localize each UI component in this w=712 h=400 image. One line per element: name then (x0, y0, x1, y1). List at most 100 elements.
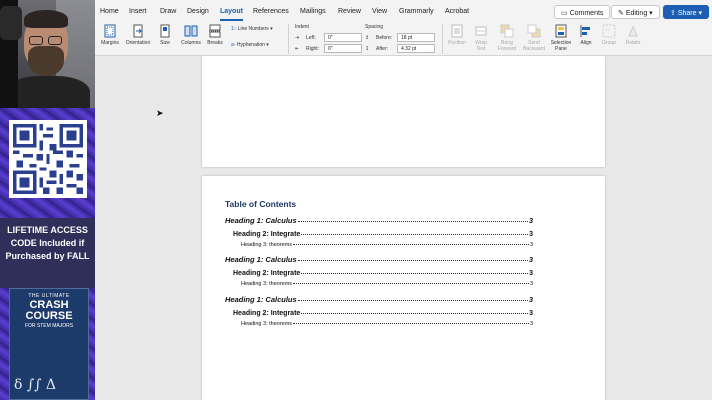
book-line-2: CRASH COURSE (25, 299, 73, 322)
spacing-after-label: After: (376, 46, 388, 52)
toc-entry[interactable]: Heading 3: theorems 3 (202, 281, 605, 287)
promo-line-1: LIFETIME ACCESS (7, 225, 88, 235)
tab-mailings[interactable]: Mailings (300, 8, 326, 15)
editing-label: Editing (625, 10, 648, 17)
tab-grammarly[interactable]: Grammarly (399, 8, 434, 15)
promo-line-3: Purchased by FALL (5, 251, 90, 261)
promo-panel: LIFETIME ACCESS CODE Included if Purchas… (0, 108, 95, 400)
document-page[interactable] (202, 56, 605, 167)
line-numbers-button[interactable]: 1↕ Line Numbers ▾ (231, 26, 273, 32)
share-label: Share (677, 10, 697, 17)
tab-layout[interactable]: Layout (220, 8, 243, 15)
layout-ribbon: Margins Orientation Size Columns Breaks … (95, 22, 712, 56)
toc-entry[interactable]: Heading 2: Integrate 3 (202, 231, 605, 238)
indent-heading: Indent (295, 24, 309, 30)
columns-button[interactable]: Columns (179, 24, 203, 46)
toc-page-number: 3 (529, 231, 533, 238)
indent-right-field[interactable]: 0" (324, 44, 362, 53)
position-label: Position (448, 40, 466, 46)
promo-sidebar: LIFETIME ACCESS CODE Included if Purchas… (0, 0, 95, 400)
pencil-icon: ✎ (618, 10, 626, 17)
microphone-icon (0, 6, 22, 40)
spacing-heading: Spacing (365, 24, 384, 30)
document-page[interactable]: Table of Contents Heading 1: Calculus 3 H… (202, 176, 605, 400)
indent-left-label: Left: (306, 35, 316, 41)
qr-code (9, 120, 87, 198)
tab-acrobat[interactable]: Acrobat (445, 8, 469, 15)
hyphenation-label: Hyphenation (236, 42, 265, 48)
group-label: Group (602, 40, 616, 46)
book-line-3: FOR STEM MAJORS (24, 323, 74, 329)
toc-entry[interactable]: Heading 2: Integrate 3 (202, 270, 605, 277)
comments-label: Comments (569, 10, 604, 17)
share-icon: ⇪ (670, 10, 678, 17)
comments-button[interactable]: ▭ Comments (554, 5, 611, 19)
align-label: Align (580, 40, 592, 46)
ribbon-divider (442, 24, 443, 54)
toc-page-number: 3 (529, 321, 533, 327)
indent-left-field[interactable]: 0" (324, 33, 362, 42)
line-numbers-icon: 1↕ (231, 26, 238, 32)
margins-label: Margins (101, 40, 119, 46)
selection-pane-button[interactable]: Selection Pane (548, 24, 574, 52)
tab-home[interactable]: Home (100, 8, 119, 15)
position-button[interactable]: Position (445, 24, 469, 46)
bring-forward-label: Bring Forward (497, 40, 517, 52)
size-button[interactable]: Size (157, 24, 173, 46)
tab-view[interactable]: View (372, 8, 387, 15)
toc-page-number: 3 (529, 310, 533, 317)
webcam-feed (0, 0, 95, 108)
share-button[interactable]: ⇪ Share ▾ (663, 5, 709, 19)
bring-forward-button[interactable]: Bring Forward (494, 24, 520, 52)
ribbon-tab-bar: Home Insert Draw Design Layout Reference… (95, 0, 712, 22)
align-button[interactable]: Align (576, 24, 596, 46)
toc-entry[interactable]: Heading 2: Integrate 3 (202, 310, 605, 317)
toc-entry[interactable]: Heading 1: Calculus 3 (202, 255, 605, 264)
send-backward-button[interactable]: Send Backward (521, 24, 547, 52)
group-button[interactable]: Group (599, 24, 619, 46)
orientation-label: Orientation (125, 40, 151, 46)
margins-button[interactable]: Margins (99, 24, 121, 46)
toc-page-number: 3 (529, 242, 533, 248)
toc-title: Table of Contents (225, 199, 297, 209)
line-numbers-label: Line Numbers (237, 26, 269, 32)
hyphenation-button[interactable]: a- Hyphenation ▾ (231, 42, 269, 48)
document-canvas[interactable]: ➤ Table of Contents Heading 1: Calculus 3… (95, 56, 712, 400)
toc-entry[interactable]: Heading 3: theorems 3 (202, 321, 605, 327)
spacing-before-field[interactable]: 18 pt (397, 33, 435, 42)
tab-design[interactable]: Design (187, 8, 209, 15)
promo-text: LIFETIME ACCESS CODE Included if Purchas… (0, 218, 95, 288)
tab-review[interactable]: Review (338, 8, 361, 15)
orientation-button[interactable]: Orientation (123, 24, 153, 46)
toc-entry[interactable]: Heading 3: theorems 3 (202, 242, 605, 248)
rotate-button[interactable]: Rotate (623, 24, 643, 46)
toc-page-number: 3 (528, 216, 533, 225)
toc-leader (297, 300, 528, 301)
columns-label: Columns (181, 40, 201, 46)
toc-leader (297, 260, 528, 261)
indent-right-icon: ⇤ (295, 46, 300, 52)
tab-references[interactable]: References (253, 8, 289, 15)
toc-entry-text: Heading 3: theorems (241, 281, 293, 287)
chevron-down-icon: ▾ (268, 26, 273, 32)
selection-pane-icon (555, 24, 567, 38)
spacing-after-field[interactable]: 4.32 pt (397, 44, 435, 53)
toc-page-number: 3 (529, 281, 533, 287)
toc-leader (301, 313, 529, 314)
align-icon (580, 25, 590, 37)
breaks-button[interactable]: Breaks (205, 24, 225, 46)
position-icon (451, 24, 463, 38)
bring-forward-icon (500, 24, 514, 38)
editing-button[interactable]: ✎ Editing ▾ (611, 5, 660, 19)
toc-entry-text: Heading 1: Calculus (225, 255, 297, 264)
active-tab-indicator (220, 19, 243, 21)
tab-insert[interactable]: Insert (129, 8, 147, 15)
toc-entry[interactable]: Heading 1: Calculus 3 (202, 295, 605, 304)
toc-leader (301, 234, 529, 235)
toc-entry[interactable]: Heading 1: Calculus 3 (202, 216, 605, 225)
selection-pane-label: Selection Pane (550, 40, 572, 52)
toc-leader (293, 244, 529, 245)
tab-draw[interactable]: Draw (160, 8, 176, 15)
toc-leader (293, 283, 529, 284)
wrap-text-button[interactable]: Wrap Text (471, 24, 491, 52)
